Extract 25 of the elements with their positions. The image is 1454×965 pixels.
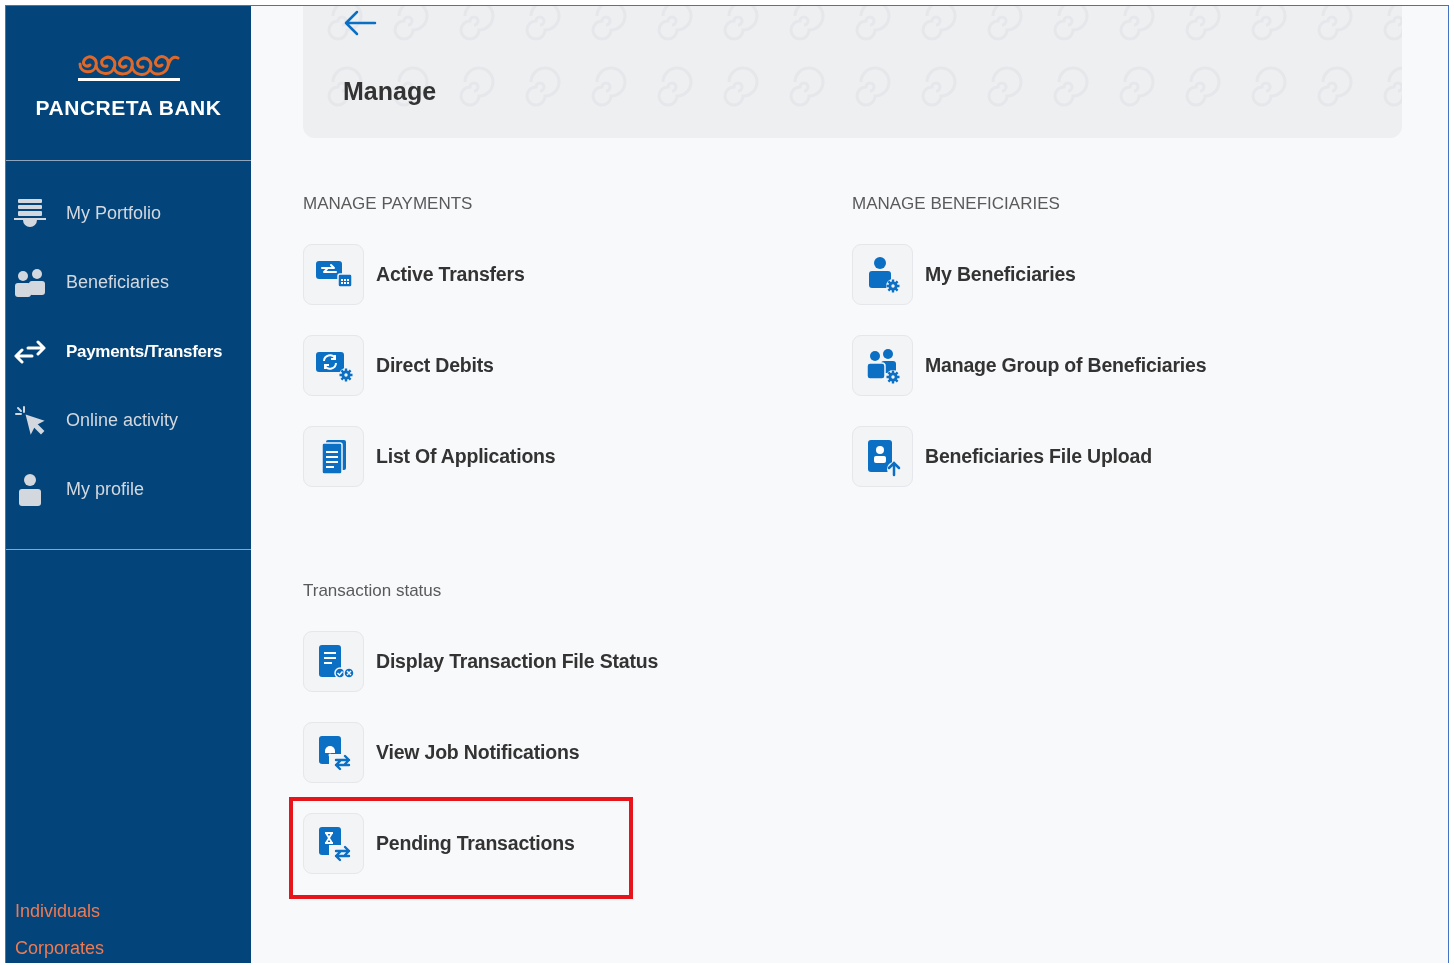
menu-link[interactable]: Active Transfers bbox=[303, 244, 525, 305]
page-title: Manage bbox=[343, 77, 438, 106]
menu-link[interactable]: Manage Group of Beneficiaries bbox=[852, 335, 1207, 396]
section-heading: MANAGE PAYMENTS bbox=[303, 194, 473, 214]
bank-name: PANCRETA BANK bbox=[35, 96, 222, 120]
footer-link[interactable]: Corporates bbox=[15, 938, 105, 959]
cursor-click-icon bbox=[14, 404, 46, 437]
stack-icon bbox=[14, 198, 46, 229]
back-arrow-icon[interactable] bbox=[343, 9, 377, 37]
menu-link[interactable]: List Of Applications bbox=[303, 426, 556, 487]
menu-link[interactable]: Direct Debits bbox=[303, 335, 494, 396]
menu-link[interactable]: Pending Transactions bbox=[303, 813, 575, 874]
nav-item[interactable]: My profile bbox=[6, 455, 251, 524]
section-heading: Transaction status bbox=[303, 581, 442, 601]
nav-item[interactable]: Beneficiaries bbox=[6, 248, 251, 317]
menu-link[interactable]: Display Transaction File Status bbox=[303, 631, 659, 692]
menu-link[interactable]: View Job Notifications bbox=[303, 722, 580, 783]
footer-link[interactable]: Individuals bbox=[15, 901, 101, 922]
people-icon bbox=[14, 267, 46, 298]
section-heading: MANAGE BENEFICIARIES bbox=[852, 194, 1060, 214]
nav-item[interactable]: Online activity bbox=[6, 386, 251, 455]
nav-item[interactable]: My Portfolio bbox=[6, 179, 251, 248]
menu-link[interactable]: Beneficiaries File Upload bbox=[852, 426, 1152, 487]
nav-item[interactable]: Payments/Transfers bbox=[6, 317, 251, 386]
menu-link[interactable]: My Beneficiaries bbox=[852, 244, 1076, 305]
